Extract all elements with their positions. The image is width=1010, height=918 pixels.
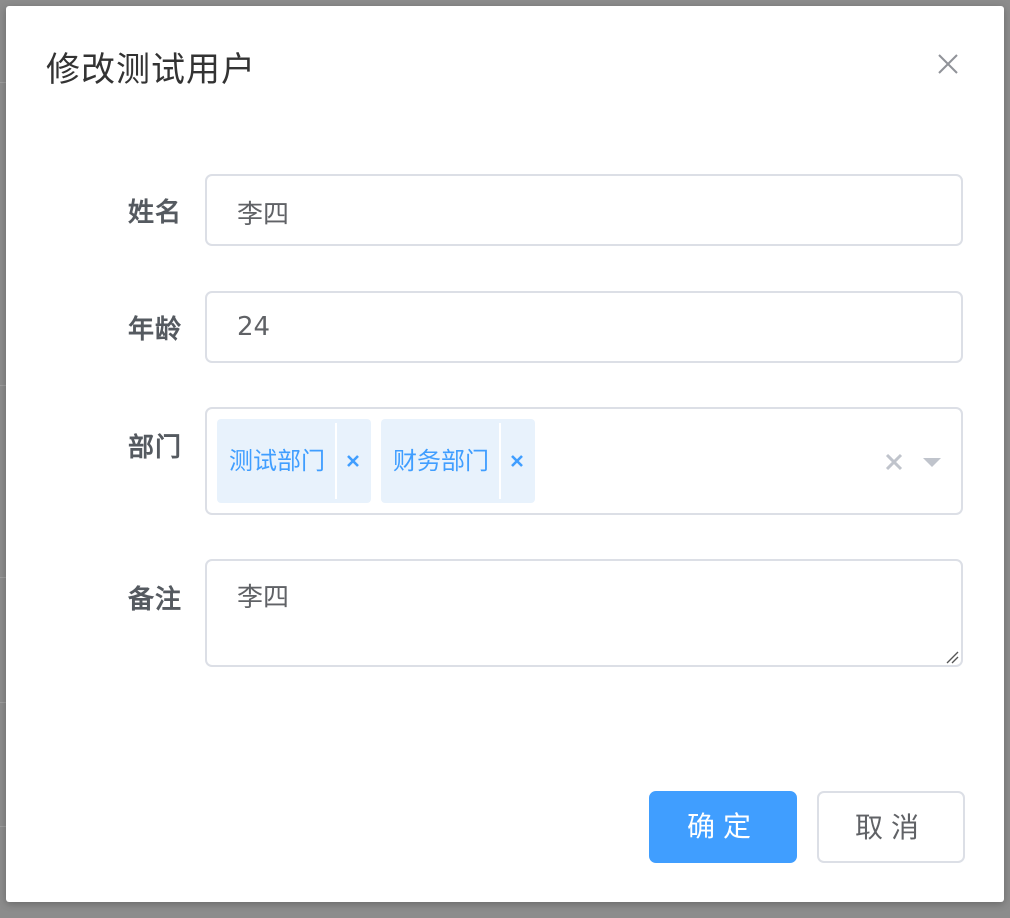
name-input-value: 李四 [237,200,290,230]
form-item-name: 姓名 李四 [6,174,1004,246]
age-input-value: 24 [237,312,271,342]
name-label: 姓名 [127,198,182,228]
department-tag: 财务部门 [381,419,535,503]
department-tag: 测试部门 [217,419,371,503]
clear-icon[interactable] [883,451,905,473]
resize-handle-icon[interactable] [945,649,959,664]
remark-textarea[interactable]: 李四 [205,559,963,667]
tag-close-icon[interactable] [341,449,365,473]
dialog-title: 修改测试用户 [46,50,256,90]
remark-label: 备注 [127,585,182,615]
caret-down-icon[interactable] [921,455,943,469]
age-label: 年龄 [127,315,182,345]
age-input[interactable]: 24 [205,291,963,363]
tag-divider [335,423,337,499]
cancel-button[interactable]: 取消 [817,791,965,863]
department-tag-label: 财务部门 [393,447,489,475]
name-input[interactable]: 李四 [205,174,963,246]
department-tag-label: 测试部门 [229,447,325,475]
edit-user-dialog: 修改测试用户 姓名 李四 年龄 24 部门 测试部门 财务部门 备注 李四 确定… [6,6,1004,902]
tag-divider [499,423,501,499]
remark-textarea-value: 李四 [237,583,290,613]
tag-close-icon[interactable] [505,449,529,473]
department-select[interactable]: 测试部门 财务部门 [205,407,963,515]
close-icon[interactable] [932,48,964,80]
form-item-department: 部门 测试部门 财务部门 [6,407,1004,515]
confirm-button[interactable]: 确定 [649,791,797,863]
form-item-age: 年龄 24 [6,291,1004,363]
department-label: 部门 [127,433,182,463]
form-item-remark: 备注 李四 [6,559,1004,667]
